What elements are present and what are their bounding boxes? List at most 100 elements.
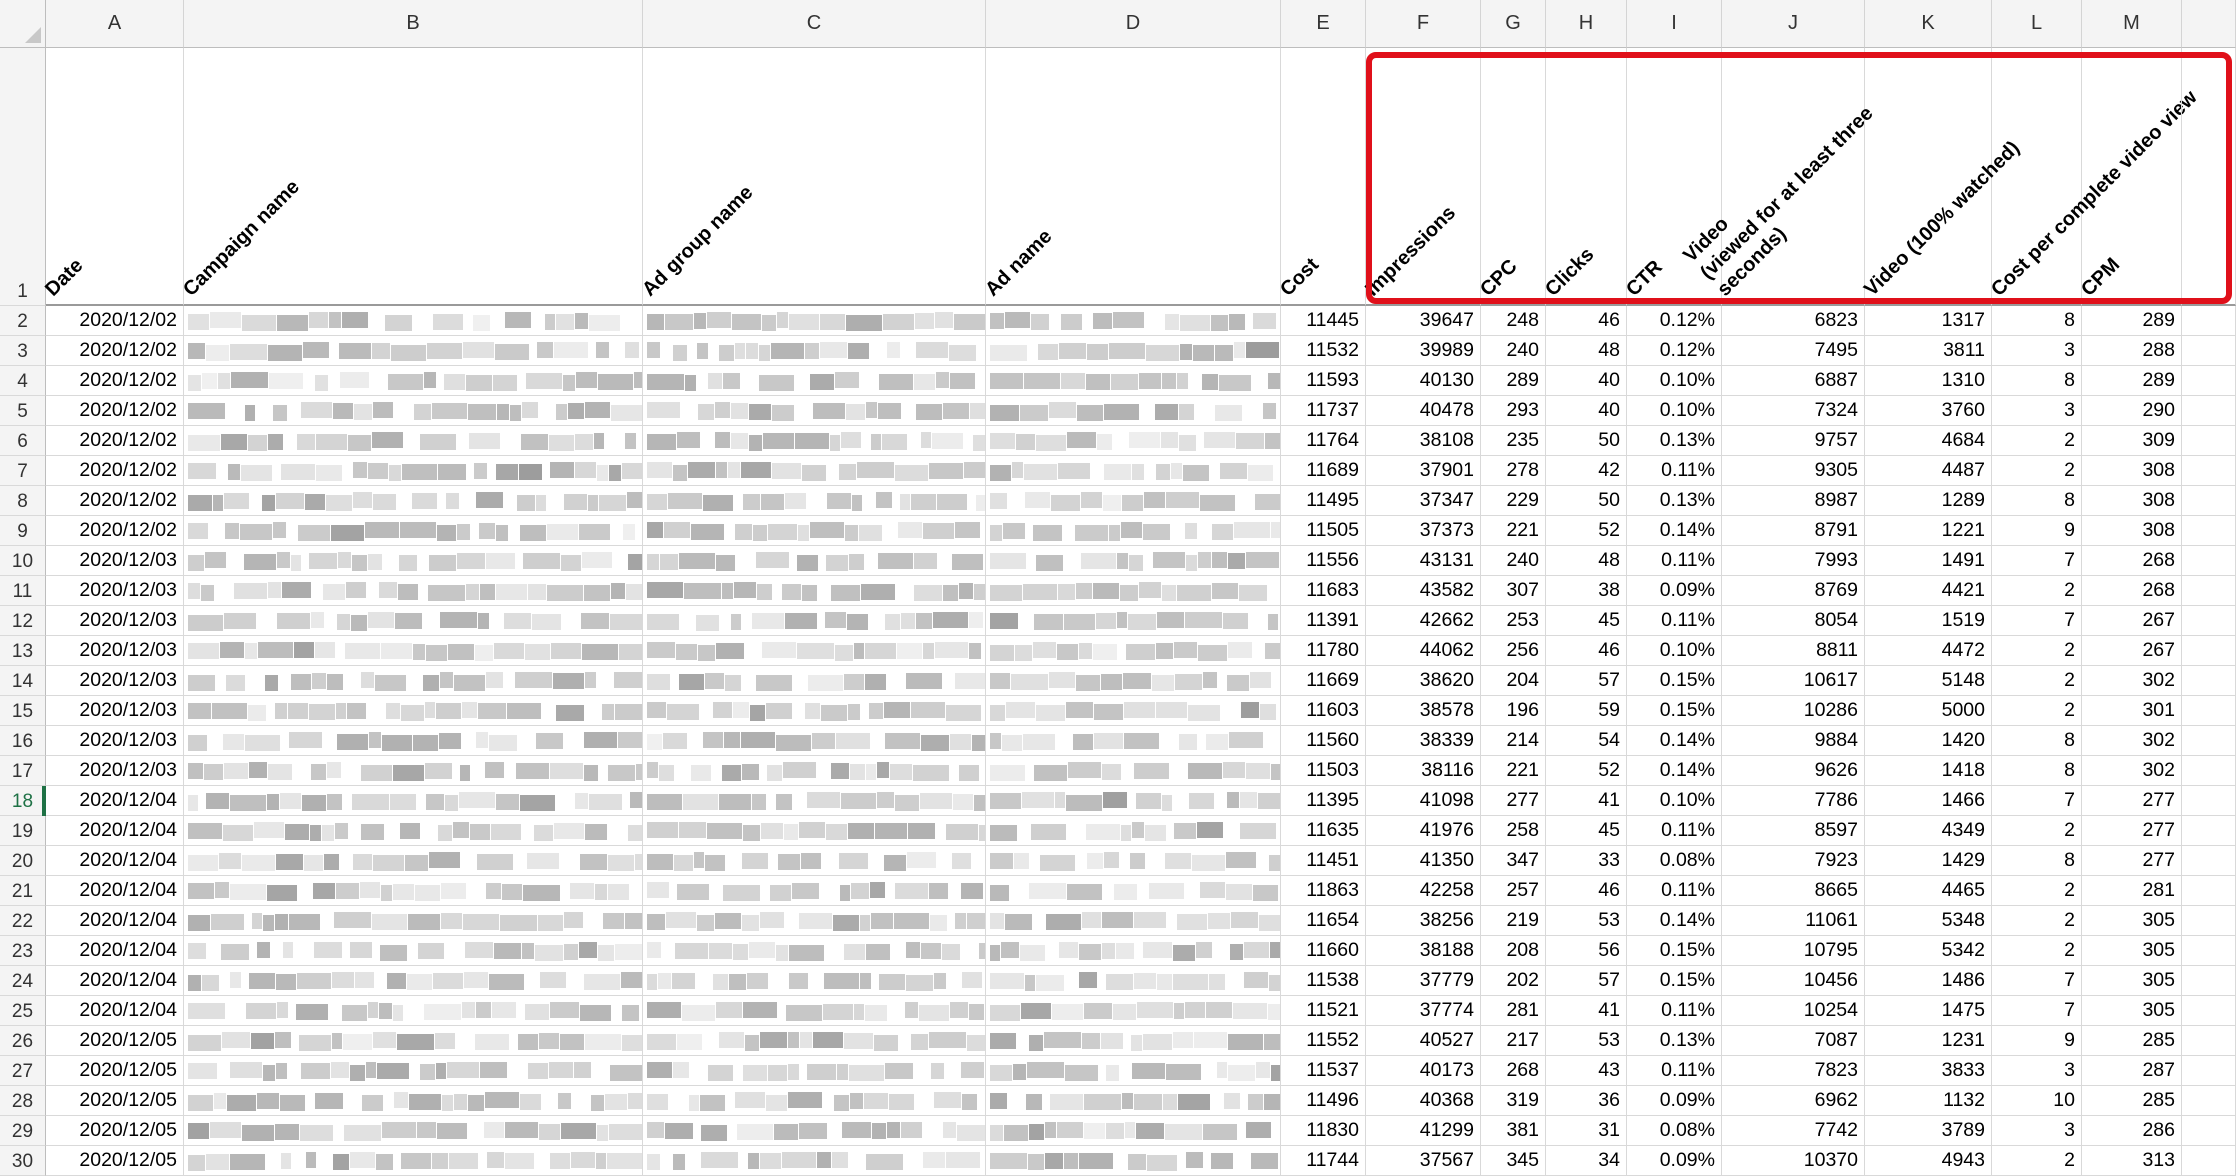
cell-extra19[interactable]: [2182, 816, 2236, 846]
cell-k7[interactable]: 4487: [1865, 456, 1992, 486]
cell-b22-redacted[interactable]: [184, 906, 643, 936]
cell-j17[interactable]: 9626: [1722, 756, 1865, 786]
cell-m16[interactable]: 302: [2082, 726, 2182, 756]
cell-l18[interactable]: 7: [1992, 786, 2082, 816]
cell-f25[interactable]: 37774: [1366, 996, 1481, 1026]
cell-f11[interactable]: 43582: [1366, 576, 1481, 606]
cell-l22[interactable]: 2: [1992, 906, 2082, 936]
row-header-19[interactable]: 19: [0, 816, 46, 846]
header-cell-b[interactable]: Campaign name: [179, 48, 643, 306]
row-header-1[interactable]: 1: [0, 48, 46, 306]
cell-e4[interactable]: 11593: [1281, 366, 1366, 396]
cell-extra9[interactable]: [2182, 516, 2236, 546]
cell-extra30[interactable]: [2182, 1146, 2236, 1176]
cell-d10-redacted[interactable]: [986, 546, 1281, 576]
cell-c24-redacted[interactable]: [643, 966, 986, 996]
row-header-18[interactable]: 18: [0, 786, 46, 816]
cell-c26-redacted[interactable]: [643, 1026, 986, 1056]
cell-h8[interactable]: 50: [1546, 486, 1627, 516]
row-header-21[interactable]: 21: [0, 876, 46, 906]
cell-l23[interactable]: 2: [1992, 936, 2082, 966]
cell-e21[interactable]: 11863: [1281, 876, 1366, 906]
cell-g7[interactable]: 278: [1481, 456, 1546, 486]
cell-d23-redacted[interactable]: [986, 936, 1281, 966]
cell-g23[interactable]: 208: [1481, 936, 1546, 966]
cell-c9-redacted[interactable]: [643, 516, 986, 546]
cell-j25[interactable]: 10254: [1722, 996, 1865, 1026]
cell-f8[interactable]: 37347: [1366, 486, 1481, 516]
cell-i9[interactable]: 0.14%: [1627, 516, 1722, 546]
row-header-25[interactable]: 25: [0, 996, 46, 1026]
cell-j27[interactable]: 7823: [1722, 1056, 1865, 1086]
cell-c12-redacted[interactable]: [643, 606, 986, 636]
cell-c8-redacted[interactable]: [643, 486, 986, 516]
cell-g19[interactable]: 258: [1481, 816, 1546, 846]
cell-j23[interactable]: 10795: [1722, 936, 1865, 966]
cell-extra12[interactable]: [2182, 606, 2236, 636]
cell-extra11[interactable]: [2182, 576, 2236, 606]
cell-b16-redacted[interactable]: [184, 726, 643, 756]
cell-c25-redacted[interactable]: [643, 996, 986, 1026]
cell-l25[interactable]: 7: [1992, 996, 2082, 1026]
cell-f4[interactable]: 40130: [1366, 366, 1481, 396]
cell-m7[interactable]: 308: [2082, 456, 2182, 486]
cell-h22[interactable]: 53: [1546, 906, 1627, 936]
cell-d27-redacted[interactable]: [986, 1056, 1281, 1086]
cell-e26[interactable]: 11552: [1281, 1026, 1366, 1056]
cell-c10-redacted[interactable]: [643, 546, 986, 576]
cell-e20[interactable]: 11451: [1281, 846, 1366, 876]
cell-f7[interactable]: 37901: [1366, 456, 1481, 486]
cell-c4-redacted[interactable]: [643, 366, 986, 396]
cell-h10[interactable]: 48: [1546, 546, 1627, 576]
cell-extra21[interactable]: [2182, 876, 2236, 906]
cell-i19[interactable]: 0.11%: [1627, 816, 1722, 846]
cell-b19-redacted[interactable]: [184, 816, 643, 846]
cell-c22-redacted[interactable]: [643, 906, 986, 936]
cell-extra28[interactable]: [2182, 1086, 2236, 1116]
cell-l20[interactable]: 8: [1992, 846, 2082, 876]
cell-c19-redacted[interactable]: [643, 816, 986, 846]
cell-j5[interactable]: 7324: [1722, 396, 1865, 426]
cell-a15[interactable]: 2020/12/03: [46, 696, 184, 726]
cell-extra18[interactable]: [2182, 786, 2236, 816]
cell-l15[interactable]: 2: [1992, 696, 2082, 726]
cell-g25[interactable]: 281: [1481, 996, 1546, 1026]
cell-e7[interactable]: 11689: [1281, 456, 1366, 486]
cell-h3[interactable]: 48: [1546, 336, 1627, 366]
cell-a26[interactable]: 2020/12/05: [46, 1026, 184, 1056]
cell-m8[interactable]: 308: [2082, 486, 2182, 516]
cell-f5[interactable]: 40478: [1366, 396, 1481, 426]
cell-d17-redacted[interactable]: [986, 756, 1281, 786]
cell-i27[interactable]: 0.11%: [1627, 1056, 1722, 1086]
cell-e13[interactable]: 11780: [1281, 636, 1366, 666]
cell-g27[interactable]: 268: [1481, 1056, 1546, 1086]
column-header-g[interactable]: G: [1481, 0, 1546, 48]
cell-i10[interactable]: 0.11%: [1627, 546, 1722, 576]
row-header-15[interactable]: 15: [0, 696, 46, 726]
cell-j2[interactable]: 6823: [1722, 306, 1865, 336]
cell-i4[interactable]: 0.10%: [1627, 366, 1722, 396]
cell-f21[interactable]: 42258: [1366, 876, 1481, 906]
cell-e23[interactable]: 11660: [1281, 936, 1366, 966]
cell-a8[interactable]: 2020/12/02: [46, 486, 184, 516]
cell-g9[interactable]: 221: [1481, 516, 1546, 546]
cell-e27[interactable]: 11537: [1281, 1056, 1366, 1086]
cell-i11[interactable]: 0.09%: [1627, 576, 1722, 606]
row-header-5[interactable]: 5: [0, 396, 46, 426]
cell-f9[interactable]: 37373: [1366, 516, 1481, 546]
cell-l9[interactable]: 9: [1992, 516, 2082, 546]
cell-b3-redacted[interactable]: [184, 336, 643, 366]
cell-h17[interactable]: 52: [1546, 756, 1627, 786]
cell-m27[interactable]: 287: [2082, 1056, 2182, 1086]
cell-g14[interactable]: 204: [1481, 666, 1546, 696]
cell-k18[interactable]: 1466: [1865, 786, 1992, 816]
cell-i8[interactable]: 0.13%: [1627, 486, 1722, 516]
cell-d4-redacted[interactable]: [986, 366, 1281, 396]
cell-d18-redacted[interactable]: [986, 786, 1281, 816]
cell-l29[interactable]: 3: [1992, 1116, 2082, 1146]
cell-b27-redacted[interactable]: [184, 1056, 643, 1086]
cell-a23[interactable]: 2020/12/04: [46, 936, 184, 966]
cell-d14-redacted[interactable]: [986, 666, 1281, 696]
cell-l26[interactable]: 9: [1992, 1026, 2082, 1056]
cell-f28[interactable]: 40368: [1366, 1086, 1481, 1116]
